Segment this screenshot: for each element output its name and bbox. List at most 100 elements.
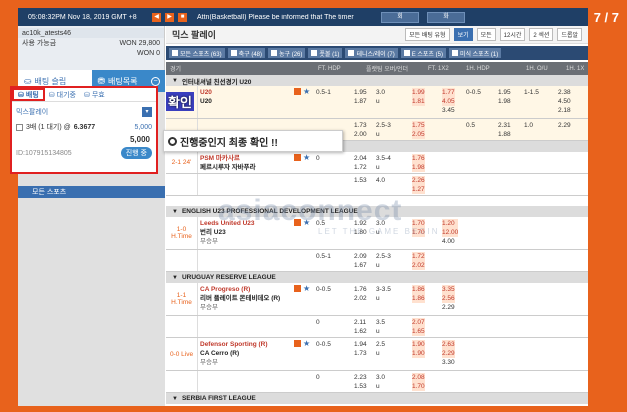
odds-value[interactable]: 1.77 bbox=[442, 88, 455, 97]
odds-value[interactable]: 1.65 bbox=[412, 327, 425, 336]
odds-cell[interactable]: 1.86 1.86 bbox=[412, 285, 425, 303]
odds-value[interactable]: 1.27 bbox=[412, 185, 425, 194]
odds-value[interactable]: 1.70 bbox=[412, 382, 425, 391]
odds-value[interactable]: 1.53 bbox=[354, 176, 367, 185]
sport-tab-all[interactable]: 모든 스포츠 (63) bbox=[169, 48, 225, 58]
odds-cell[interactable]: 1.72 2.02 bbox=[412, 252, 425, 270]
odds-value[interactable]: 0-0.5 bbox=[316, 285, 331, 294]
collapse-icon[interactable]: ▼ bbox=[172, 396, 178, 402]
odds-cell[interactable]: 1.0 bbox=[524, 121, 533, 130]
odds-cell[interactable]: 2.23 1.53 bbox=[354, 373, 367, 391]
filter-section[interactable]: 2 섹션 bbox=[529, 28, 554, 41]
odds-cell[interactable]: 1.75 2.05 bbox=[412, 121, 425, 139]
odds-value[interactable]: 3.0 bbox=[376, 88, 385, 97]
sport-tab-basketball[interactable]: 농구 (26) bbox=[268, 48, 306, 58]
odds-value[interactable]: 1.72 bbox=[354, 163, 367, 172]
odds-value[interactable]: 1.53 bbox=[354, 382, 367, 391]
odds-cell[interactable]: 2.63 2.29 3.30 bbox=[442, 340, 455, 367]
odds-value[interactable]: u bbox=[376, 349, 385, 358]
top-button-2[interactable]: 화 bbox=[427, 11, 465, 23]
odds-value[interactable]: 1.98 bbox=[498, 97, 511, 106]
odds-value[interactable]: 0.5-1 bbox=[316, 88, 331, 97]
view-button[interactable]: 보기 bbox=[453, 28, 473, 41]
checkbox-icon[interactable] bbox=[311, 50, 318, 56]
star-icon[interactable]: ★ bbox=[303, 285, 310, 293]
odds-cell[interactable]: 0 bbox=[316, 373, 320, 382]
bet-type-select[interactable]: 모든 배팅 유형 bbox=[405, 28, 450, 41]
checkbox-icon[interactable] bbox=[348, 50, 355, 56]
league-header[interactable]: ▼ URUGUAY RESERVE LEAGUE bbox=[166, 272, 588, 283]
odds-cell[interactable]: 3.0 u bbox=[376, 88, 385, 106]
odds-cell[interactable]: 2.08 1.70 bbox=[412, 373, 425, 391]
odds-value[interactable]: u bbox=[376, 327, 385, 336]
odds-value[interactable]: 1.98 bbox=[412, 163, 425, 172]
odds-value[interactable]: u bbox=[376, 294, 391, 303]
odds-value[interactable]: 2.02 bbox=[354, 294, 367, 303]
odds-value[interactable]: 1.90 bbox=[412, 340, 425, 349]
odds-cell[interactable]: 2.04 1.72 bbox=[354, 154, 367, 172]
odds-value[interactable]: 0.5 bbox=[466, 121, 475, 130]
sport-tab-football[interactable]: 풋볼 (1) bbox=[308, 48, 343, 58]
checkbox-icon[interactable] bbox=[271, 50, 277, 56]
odds-cell[interactable]: 1.90 1.90 bbox=[412, 340, 425, 358]
odds-value[interactable]: 1.20 bbox=[442, 219, 459, 228]
odds-cell[interactable]: 0.5 bbox=[466, 121, 475, 130]
odds-cell[interactable]: 3.0 u bbox=[376, 219, 385, 237]
odds-cell[interactable]: 2.11 1.62 bbox=[354, 318, 367, 336]
odds-cell[interactable]: 2.5-3 u bbox=[376, 252, 391, 270]
odds-cell[interactable]: 1.76 1.98 bbox=[412, 154, 425, 172]
star-icon[interactable]: ★ bbox=[303, 219, 310, 227]
odds-cell[interactable]: 1.95 1.87 bbox=[354, 88, 367, 106]
odds-cell[interactable]: 2.26 1.27 bbox=[412, 176, 425, 194]
odds-cell[interactable]: 1.92 1.80 bbox=[354, 219, 367, 237]
checkbox-icon[interactable] bbox=[451, 50, 458, 56]
odds-cell[interactable]: 1-1.5 bbox=[524, 88, 539, 97]
league-header[interactable]: ▼ 인터내셔널 친선경기 U20 bbox=[166, 75, 588, 86]
odds-value[interactable]: 3.45 bbox=[442, 106, 455, 115]
odds-value[interactable]: 3.35 bbox=[442, 285, 455, 294]
odds-value[interactable]: 1.62 bbox=[354, 327, 367, 336]
odds-cell[interactable]: 2.29 bbox=[558, 121, 571, 130]
filter-drop[interactable]: 드롭알 bbox=[557, 28, 582, 41]
odds-value[interactable]: 2.38 bbox=[558, 88, 571, 97]
expand-icon[interactable] bbox=[16, 123, 23, 131]
odds-value[interactable]: 4.00 bbox=[442, 237, 458, 246]
notice-ticker[interactable]: Attn(Basketball) Please be informed that… bbox=[197, 14, 367, 21]
odds-value[interactable]: 1-1.5 bbox=[524, 88, 539, 97]
odds-value[interactable]: 2.11 bbox=[354, 318, 367, 327]
odds-cell[interactable]: 2.09 1.67 bbox=[354, 252, 367, 270]
odds-value[interactable]: 2.23 bbox=[354, 373, 367, 382]
odds-cell[interactable]: 2.38 4.50 2.18 bbox=[558, 88, 571, 115]
odds-value[interactable]: 2.08 bbox=[412, 373, 425, 382]
sport-tab-esports[interactable]: E 스포츠 (5) bbox=[400, 48, 446, 58]
subtab-bet[interactable]: ⛁ 배팅 bbox=[12, 88, 45, 101]
odds-cell[interactable]: 0-0.5 bbox=[316, 340, 331, 349]
chevron-down-icon[interactable]: ▾ bbox=[142, 107, 152, 117]
play-icon[interactable]: ▶ bbox=[165, 12, 174, 22]
odds-value[interactable]: 1.99 bbox=[412, 88, 425, 97]
odds-value[interactable]: 3.5-4 bbox=[376, 154, 391, 163]
top-button-1[interactable]: 회 bbox=[381, 11, 419, 23]
odds-value[interactable]: 3.30 bbox=[442, 358, 455, 367]
odds-value[interactable]: 4.50 bbox=[558, 97, 571, 106]
odds-value[interactable]: 1.86 bbox=[412, 285, 425, 294]
odds-value[interactable]: 1.73 bbox=[354, 121, 367, 130]
odds-value[interactable]: 0 bbox=[316, 318, 320, 327]
odds-value[interactable]: 1.87 bbox=[354, 97, 367, 106]
mix-parlay-row[interactable]: 믹스팔레이 ▾ bbox=[16, 106, 152, 118]
odds-value[interactable]: 1.95 bbox=[498, 88, 511, 97]
odds-cell[interactable]: 3-3.5 u bbox=[376, 285, 391, 303]
odds-value[interactable]: 12.00 bbox=[442, 228, 459, 237]
odds-value[interactable]: 1.75 bbox=[412, 121, 425, 130]
prev-icon[interactable]: ◀ bbox=[152, 12, 161, 22]
odds-value[interactable]: 0.5 bbox=[316, 219, 325, 228]
odds-cell[interactable]: 0 bbox=[316, 318, 320, 327]
odds-value[interactable]: 1.95 bbox=[354, 88, 367, 97]
odds-value[interactable]: u bbox=[376, 261, 391, 270]
odds-cell[interactable]: 1.95 1.98 bbox=[498, 88, 511, 106]
star-icon[interactable]: ★ bbox=[303, 340, 310, 348]
odds-value[interactable]: 0-0.5 bbox=[316, 340, 331, 349]
stats-icon[interactable] bbox=[294, 88, 301, 95]
odds-value[interactable]: 1.86 bbox=[412, 294, 425, 303]
odds-value[interactable]: 3.0 bbox=[376, 219, 385, 228]
